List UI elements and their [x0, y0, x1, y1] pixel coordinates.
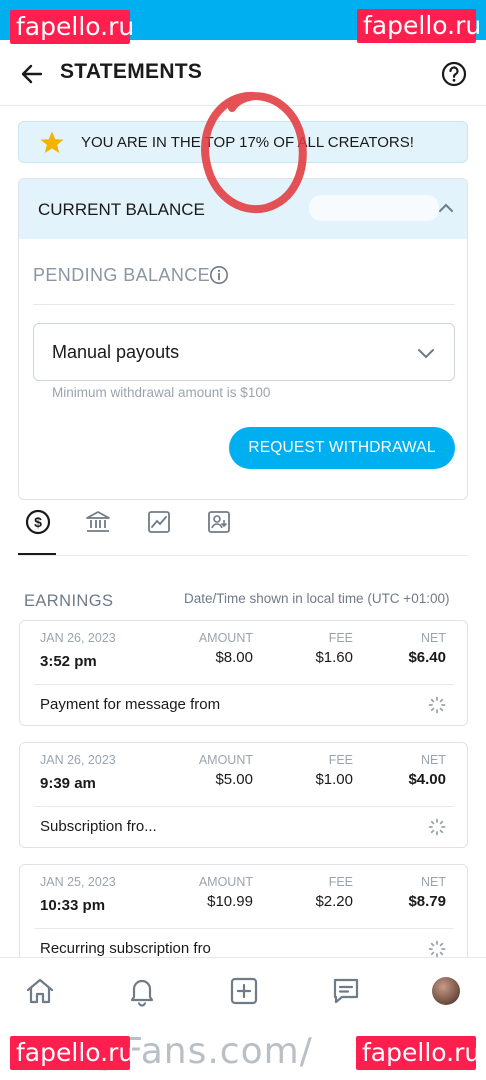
balance-card: CURRENT BALANCE PENDING BALANCE Manual p… — [18, 178, 468, 500]
row-amount: $8.00 — [215, 649, 253, 666]
watermark-bottom-left: fapello.ru — [10, 1036, 134, 1070]
dollar-circle-icon[interactable]: $ — [24, 508, 52, 536]
payout-request-icon[interactable] — [205, 508, 233, 536]
watermark-top-left: fapello.ru — [10, 10, 134, 44]
chevron-up-icon[interactable] — [437, 199, 455, 217]
row-net: $8.79 — [408, 893, 446, 910]
row-divider — [34, 928, 454, 929]
net-header: NET — [421, 631, 446, 645]
net-header: NET — [421, 875, 446, 889]
row-amount: $10.99 — [207, 893, 253, 910]
row-time: 9:39 am — [40, 775, 96, 792]
bell-icon[interactable] — [126, 975, 158, 1007]
row-time: 3:52 pm — [40, 653, 97, 670]
earnings-header: EARNINGS Date/Time shown in local time (… — [0, 586, 486, 616]
row-fee: $1.60 — [315, 649, 353, 666]
page-title: STATEMENTS — [60, 60, 203, 83]
watermark-bottom-right: fapello.ru — [356, 1036, 480, 1070]
bank-icon[interactable] — [84, 508, 112, 536]
home-icon[interactable] — [24, 975, 56, 1007]
fee-header: FEE — [328, 875, 353, 889]
chevron-down-icon — [418, 349, 434, 359]
messages-icon[interactable] — [330, 975, 362, 1007]
row-description: Subscription fro... — [40, 818, 157, 835]
current-balance-label: CURRENT BALANCE — [38, 200, 205, 219]
star-icon — [40, 131, 64, 153]
earning-row[interactable]: JAN 25, 2023 10:33 pm AMOUNT FEE NET $10… — [19, 864, 468, 970]
pending-spinner-icon — [428, 696, 446, 714]
row-divider — [34, 806, 454, 807]
row-net: $6.40 — [408, 649, 446, 666]
row-amount: $5.00 — [215, 771, 253, 788]
bottom-nav — [0, 957, 486, 1023]
timezone-note: Date/Time shown in local time (UTC +01:0… — [184, 591, 450, 606]
pending-spinner-icon — [428, 940, 446, 958]
row-divider — [34, 684, 454, 685]
svg-text:$: $ — [34, 514, 42, 530]
net-header: NET — [421, 753, 446, 767]
pending-balance-label: PENDING BALANCE — [33, 265, 211, 285]
min-withdrawal-note: Minimum withdrawal amount is $100 — [52, 385, 271, 400]
avatar[interactable] — [432, 977, 460, 1005]
fee-header: FEE — [328, 631, 353, 645]
tabs-divider — [18, 555, 468, 556]
help-icon[interactable] — [440, 60, 468, 88]
row-fee: $1.00 — [315, 771, 353, 788]
amount-header: AMOUNT — [198, 753, 253, 767]
statement-tabs: $ — [0, 500, 486, 556]
watermark-top-right: fapello.ru — [357, 9, 481, 43]
earning-row[interactable]: JAN 26, 2023 3:52 pm AMOUNT FEE NET $8.0… — [19, 620, 468, 726]
row-description: Recurring subscription fro — [40, 940, 211, 957]
row-fee: $2.20 — [315, 893, 353, 910]
amount-header: AMOUNT — [198, 875, 253, 889]
fee-header: FEE — [328, 753, 353, 767]
hidden-balance-amount — [309, 195, 439, 221]
info-icon[interactable] — [209, 265, 229, 285]
amount-header: AMOUNT — [198, 631, 253, 645]
row-date: JAN 26, 2023 — [40, 753, 116, 767]
earnings-title: EARNINGS — [24, 592, 114, 610]
back-arrow-icon[interactable] — [18, 60, 46, 88]
payout-method-select[interactable]: Manual payouts — [33, 323, 455, 381]
payout-method-value: Manual payouts — [52, 342, 180, 362]
row-date: JAN 25, 2023 — [40, 875, 116, 889]
row-net: $4.00 — [408, 771, 446, 788]
earning-row[interactable]: JAN 26, 2023 9:39 am AMOUNT FEE NET $5.0… — [19, 742, 468, 848]
annotation-circle — [201, 91, 307, 214]
divider — [33, 304, 455, 305]
pending-spinner-icon — [428, 818, 446, 836]
chart-icon[interactable] — [145, 508, 173, 536]
row-description: Payment for message from — [40, 696, 221, 713]
request-withdrawal-button[interactable]: REQUEST WITHDRAWAL — [229, 427, 455, 469]
row-time: 10:33 pm — [40, 897, 106, 914]
row-date: JAN 26, 2023 — [40, 631, 116, 645]
add-post-icon[interactable] — [228, 975, 260, 1007]
